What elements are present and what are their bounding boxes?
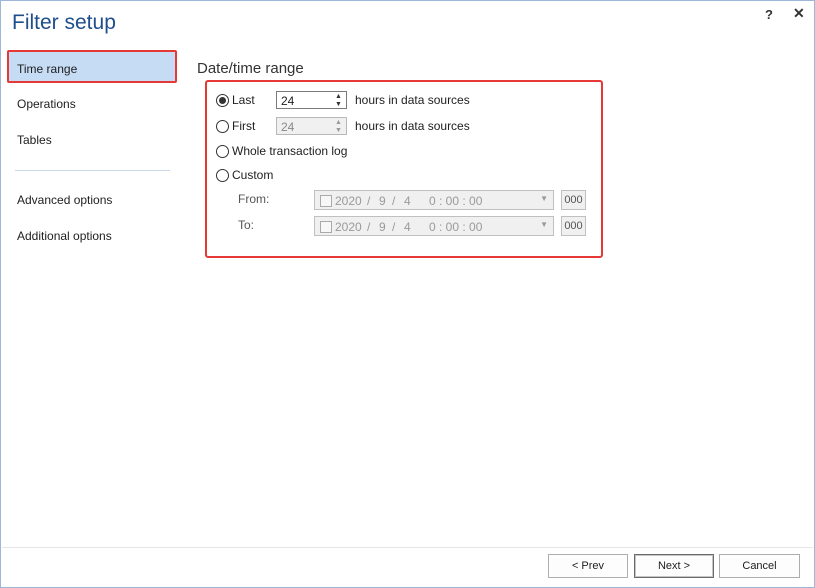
from-day: 4 — [404, 194, 411, 208]
chevron-down-icon[interactable]: ▼ — [540, 194, 548, 203]
first-radio[interactable] — [216, 120, 229, 133]
date-separator: / — [392, 220, 396, 234]
whole-log-label: Whole transaction log — [232, 144, 348, 158]
stepper-down-icon[interactable]: ▼ — [335, 127, 342, 134]
from-datetime-picker[interactable]: 2020 / 9 / 4 0 : 00 : 00 ▼ — [314, 190, 554, 210]
prev-button[interactable]: < Prev — [548, 554, 628, 578]
close-button[interactable]: ✕ — [793, 5, 805, 22]
sidebar-item-time-range[interactable]: Time range — [7, 50, 177, 83]
section-title: Date/time range — [197, 60, 304, 77]
last-radio[interactable] — [216, 94, 229, 107]
stepper-down-icon[interactable]: ▼ — [335, 101, 342, 108]
sidebar-item-operations[interactable]: Operations — [17, 97, 76, 111]
date-separator: / — [367, 194, 371, 208]
date-separator: / — [392, 194, 396, 208]
from-month: 9 — [379, 194, 386, 208]
sidebar-item-label: Time range — [17, 62, 78, 76]
to-time: 0 : 00 : 00 — [429, 220, 483, 234]
from-label: From: — [238, 192, 270, 206]
first-hours-suffix: hours in data sources — [355, 119, 470, 133]
footer-divider — [2, 547, 813, 548]
sidebar-divider — [15, 170, 170, 171]
to-milliseconds[interactable]: 000 — [561, 216, 586, 236]
from-time: 0 : 00 : 00 — [429, 194, 483, 208]
first-label: First — [232, 119, 256, 133]
to-year: 2020 — [335, 220, 362, 234]
date-separator: / — [367, 220, 371, 234]
stepper-up-icon[interactable]: ▲ — [335, 93, 342, 100]
sidebar-item-tables[interactable]: Tables — [17, 133, 52, 147]
last-hours-suffix: hours in data sources — [355, 93, 470, 107]
stepper-up-icon[interactable]: ▲ — [335, 119, 342, 126]
from-enable-checkbox[interactable] — [320, 195, 332, 207]
last-hours-stepper[interactable]: 24 ▲ ▼ — [276, 91, 347, 109]
custom-label: Custom — [232, 168, 274, 182]
custom-radio[interactable] — [216, 169, 229, 182]
from-milliseconds[interactable]: 000 — [561, 190, 586, 210]
last-hours-value: 24 — [281, 94, 295, 108]
sidebar-item-additional-options[interactable]: Additional options — [17, 229, 112, 243]
from-year: 2020 — [335, 194, 362, 208]
to-label: To: — [238, 218, 255, 232]
sidebar-item-advanced-options[interactable]: Advanced options — [17, 193, 112, 207]
last-label: Last — [232, 93, 255, 107]
next-button[interactable]: Next > — [634, 554, 714, 578]
chevron-down-icon[interactable]: ▼ — [540, 220, 548, 229]
to-day: 4 — [404, 220, 411, 234]
to-enable-checkbox[interactable] — [320, 221, 332, 233]
first-hours-stepper[interactable]: 24 ▲ ▼ — [276, 117, 347, 135]
cancel-button[interactable]: Cancel — [719, 554, 800, 578]
first-hours-value: 24 — [281, 120, 295, 134]
help-button[interactable]: ? — [765, 7, 773, 22]
radio-selected-dot — [219, 97, 226, 104]
to-month: 9 — [379, 220, 386, 234]
to-datetime-picker[interactable]: 2020 / 9 / 4 0 : 00 : 00 ▼ — [314, 216, 554, 236]
dialog-title: Filter setup — [12, 11, 116, 34]
whole-log-radio[interactable] — [216, 145, 229, 158]
